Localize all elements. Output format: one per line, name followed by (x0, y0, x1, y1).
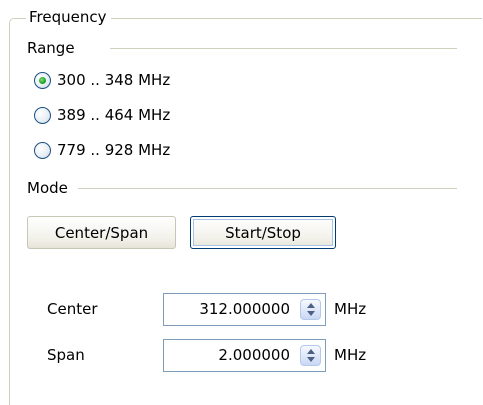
radio-button[interactable] (34, 106, 51, 124)
mode-label: Mode (27, 177, 72, 199)
frequency-group-title: Frequency (26, 6, 111, 28)
radio-button-checked[interactable] (34, 71, 51, 89)
range-option-label: 300 .. 348 MHz (57, 71, 171, 89)
center-spinbox[interactable]: 312.000000 (163, 293, 326, 326)
span-spin-arrows[interactable] (300, 345, 321, 366)
start-stop-button[interactable]: Start/Stop (190, 216, 336, 249)
spin-down-icon[interactable] (307, 357, 315, 362)
mode-rule (78, 188, 457, 189)
center-unit: MHz (334, 300, 367, 318)
spin-down-icon[interactable] (307, 311, 315, 316)
center-span-button[interactable]: Center/Span (27, 216, 176, 249)
range-option-label: 779 .. 928 MHz (57, 141, 171, 159)
center-value[interactable]: 312.000000 (199, 294, 290, 325)
span-value[interactable]: 2.000000 (218, 340, 290, 371)
range-rule (110, 48, 457, 49)
spin-up-icon[interactable] (307, 303, 315, 308)
span-label: Span (47, 346, 85, 364)
range-option-label: 389 .. 464 MHz (57, 106, 171, 124)
range-option-300-348[interactable]: 300 .. 348 MHz (34, 67, 170, 93)
span-spinbox[interactable]: 2.000000 (163, 339, 326, 372)
range-label: Range (27, 37, 79, 59)
center-label: Center (47, 300, 98, 318)
span-unit: MHz (334, 346, 367, 364)
radio-button[interactable] (34, 141, 51, 159)
spin-up-icon[interactable] (307, 349, 315, 354)
range-option-779-928[interactable]: 779 .. 928 MHz (34, 137, 170, 163)
center-spin-arrows[interactable] (300, 299, 321, 320)
frequency-panel: Frequency Range 300 .. 348 MHz 389 .. 46… (0, 0, 483, 405)
frequency-title-rule (152, 18, 481, 19)
range-option-389-464[interactable]: 389 .. 464 MHz (34, 102, 170, 128)
